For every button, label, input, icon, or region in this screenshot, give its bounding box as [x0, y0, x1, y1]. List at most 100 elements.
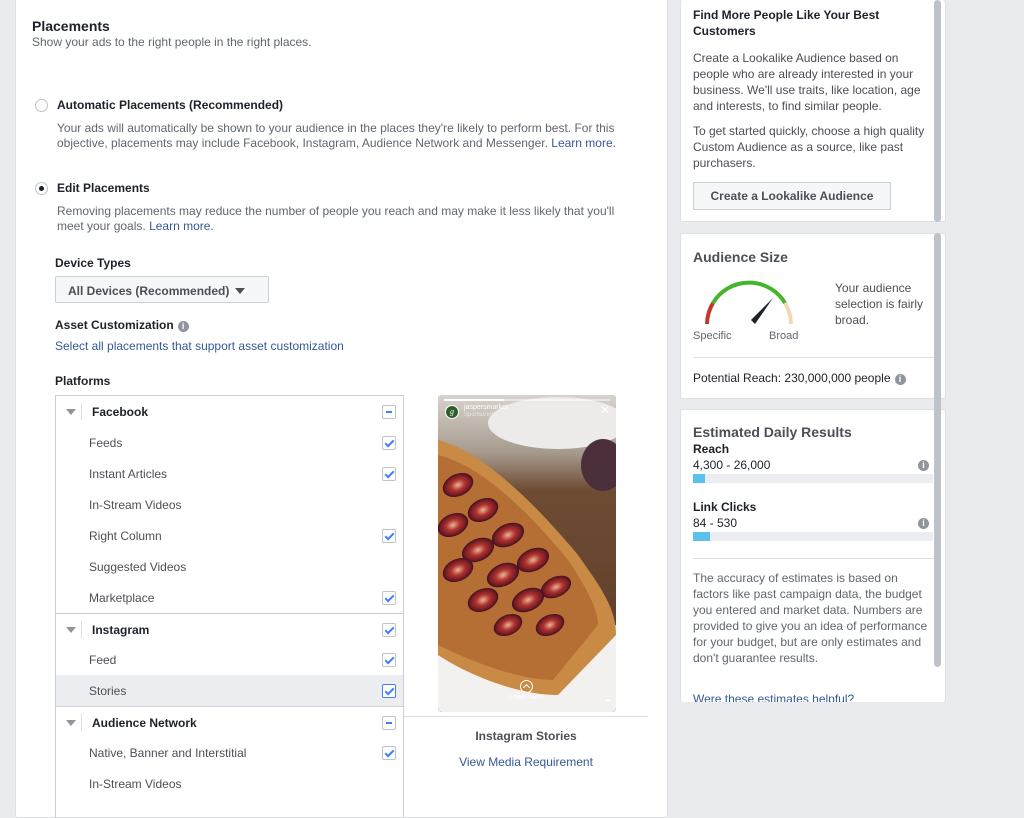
edit-placements-text: Removing placements may reduce the numbe… [57, 204, 615, 233]
placement-item[interactable]: Stories [56, 675, 403, 706]
separator [81, 714, 82, 731]
platform-group[interactable]: Instagram [56, 613, 403, 644]
placement-item[interactable]: Instant Articles [56, 458, 403, 489]
asset-customization-text: Asset Customization [55, 318, 174, 332]
placement-label: In-Stream Videos [89, 777, 182, 791]
separator [81, 621, 82, 638]
automatic-placements-radio[interactable] [35, 99, 48, 112]
platform-group[interactable]: Facebook [56, 396, 403, 427]
placement-item[interactable]: Feeds [56, 427, 403, 458]
estimates-note: The accuracy of estimates is based on fa… [693, 571, 928, 665]
lookalike-scrollbar[interactable] [934, 0, 941, 222]
placement-item[interactable]: In-Stream Videos [56, 489, 403, 520]
metric-bar-fill [693, 474, 705, 483]
placement-item[interactable]: Suggested Videos [56, 551, 403, 582]
metric-value: 4,300 - 26,000 [693, 458, 771, 472]
preview-divider [404, 716, 648, 717]
placement-item[interactable]: In-Stream Videos [56, 768, 403, 799]
feedback-link[interactable]: Were these estimates helpful? [693, 692, 854, 702]
device-types-value: All Devices (Recommended) [68, 284, 230, 298]
partial-checkbox[interactable] [382, 405, 396, 419]
device-types-dropdown[interactable]: All Devices (Recommended) [55, 276, 269, 303]
checkbox[interactable] [382, 653, 396, 667]
asset-customization-link[interactable]: Select all placements that support asset… [55, 339, 344, 353]
triangle-down-icon[interactable] [66, 627, 76, 633]
placement-label: Right Column [89, 529, 162, 543]
close-icon: ✕ [599, 403, 610, 417]
edit-learn-more-link[interactable]: Learn more. [149, 219, 214, 233]
create-lookalike-button[interactable]: Create a Lookalike Audience [693, 182, 891, 210]
lookalike-title: Find More People Like Your Best Customer… [693, 8, 880, 38]
checkbox[interactable] [382, 436, 396, 450]
placement-item[interactable]: Marketplace [56, 582, 403, 613]
sidebar-scrollbar[interactable] [934, 233, 941, 667]
placement-label: Feeds [89, 436, 123, 450]
placement-label: Instagram [92, 623, 150, 637]
placements-title: Placements [32, 18, 110, 34]
results-divider [693, 558, 935, 559]
audience-gauge-icon [705, 280, 793, 325]
placements-panel: Placements Show your ads to the right pe… [15, 0, 668, 818]
info-icon[interactable]: i [918, 518, 929, 529]
info-icon[interactable]: i [894, 374, 906, 385]
partial-checkbox[interactable] [382, 716, 396, 730]
potential-reach: Potential Reach: 230,000,000 people i [693, 371, 906, 385]
triangle-down-icon[interactable] [66, 409, 76, 415]
automatic-placements-text: Your ads will automatically be shown to … [57, 121, 615, 150]
swipe-up-icon [520, 680, 533, 693]
gauge-specific-label: Specific [693, 330, 732, 342]
edit-placements-radio[interactable] [35, 182, 48, 195]
phone-mockup: g jaspersmarket Sponsored ✕ Learn More •… [438, 395, 616, 712]
lookalike-card: Find More People Like Your Best Customer… [680, 0, 946, 222]
platforms-label: Platforms [55, 374, 111, 388]
info-icon[interactable]: i [177, 321, 189, 332]
metric-label: Reach [693, 442, 730, 456]
view-media-requirement-link[interactable]: View Media Requirement [404, 755, 648, 769]
audience-divider [693, 357, 935, 358]
placement-item[interactable]: Feed [56, 644, 403, 675]
placement-label: Facebook [92, 405, 149, 419]
more-icon: ••• [604, 696, 611, 705]
checkbox[interactable] [382, 623, 396, 637]
separator [81, 403, 82, 420]
estimated-results-card: Estimated Daily Results Reach 4,300 - 26,… [680, 409, 946, 702]
placement-label: Native, Banner and Interstitial [89, 746, 247, 760]
metric-label: Link Clicks [693, 500, 757, 514]
triangle-down-icon[interactable] [66, 720, 76, 726]
placement-label: Stories [89, 684, 127, 698]
account-name: jaspersmarket [464, 404, 508, 411]
gauge-broad-label: Broad [769, 330, 799, 342]
automatic-placements-description: Your ads will automatically be shown to … [57, 121, 657, 151]
placement-label: Audience Network [92, 716, 197, 730]
metric-bar-fill [693, 532, 710, 541]
asset-customization-label: Asset Customization i [55, 318, 189, 332]
edit-placements-label[interactable]: Edit Placements [57, 181, 150, 195]
preview-placement-title: Instagram Stories [475, 729, 577, 743]
story-progress-bar [444, 399, 610, 401]
edit-placements-description: Removing placements may reduce the numbe… [57, 204, 637, 234]
audience-description: Your audience selection is fairly broad. [835, 281, 924, 327]
info-icon[interactable]: i [918, 460, 929, 471]
caret-down-icon [235, 288, 246, 294]
placement-item[interactable]: Native, Banner and Interstitial [56, 737, 403, 768]
placement-item[interactable]: Right Column [56, 520, 403, 551]
checkbox[interactable] [382, 591, 396, 605]
story-preview: g jaspersmarket Sponsored ✕ Learn More •… [424, 395, 631, 712]
learn-more-cta: Learn More [509, 694, 545, 701]
automatic-learn-more-link[interactable]: Learn more. [551, 136, 616, 150]
checkbox[interactable] [382, 529, 396, 543]
automatic-placements-label[interactable]: Automatic Placements (Recommended) [57, 98, 283, 112]
estimated-results-title: Estimated Daily Results [693, 424, 852, 440]
checkbox[interactable] [382, 684, 396, 698]
placement-label: Instant Articles [89, 467, 168, 481]
sponsored-label: Sponsored [464, 412, 494, 418]
placement-label: Suggested Videos [89, 560, 187, 574]
checkbox[interactable] [382, 467, 396, 481]
lookalike-text-2: To get started quickly, choose a high qu… [693, 124, 925, 170]
account-avatar: g [445, 405, 459, 419]
placement-label: Marketplace [89, 591, 155, 605]
metric-bar [693, 474, 933, 483]
platform-group[interactable]: Audience Network [56, 706, 403, 737]
metric-bar [693, 532, 933, 541]
checkbox[interactable] [382, 746, 396, 760]
